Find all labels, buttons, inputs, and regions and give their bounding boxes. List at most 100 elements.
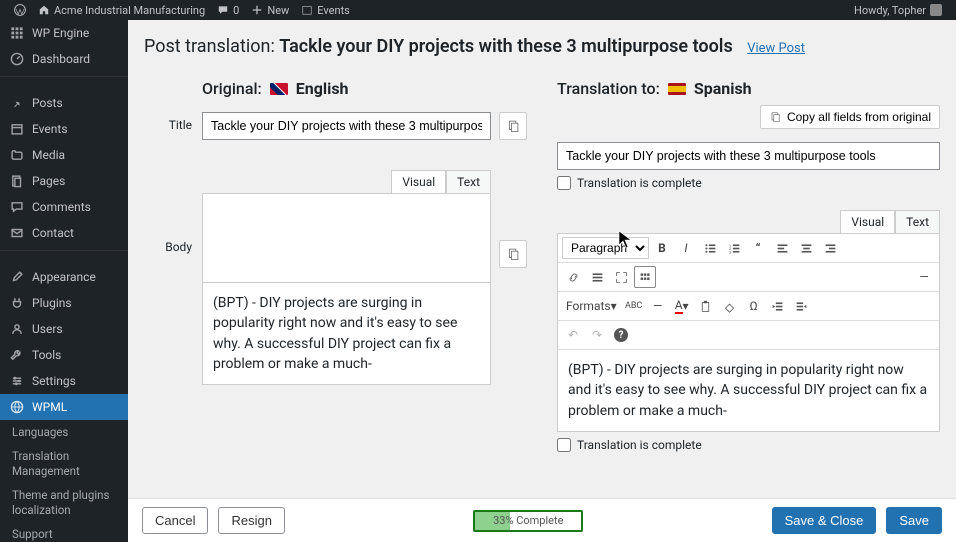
toolbar-toggle-button[interactable]	[634, 266, 656, 288]
redo-button[interactable]: ↷	[586, 324, 608, 346]
copy-body-button[interactable]	[499, 240, 527, 268]
translation-heading-prefix: Translation to:	[557, 79, 660, 98]
indent-button[interactable]	[791, 295, 813, 317]
new-label: New	[267, 4, 289, 17]
sidebar-item-label: Pages	[32, 174, 65, 188]
original-editor-tabs: VisualText	[202, 170, 491, 193]
original-tab-text[interactable]: Text	[446, 170, 491, 193]
events-shortcut[interactable]: Events	[295, 4, 356, 17]
copy-icon	[506, 247, 520, 261]
hr-button[interactable]: —	[913, 266, 935, 288]
site-name[interactable]: Acme Industrial Manufacturing	[32, 4, 211, 17]
sidebar-item-wpengine[interactable]: WP Engine	[0, 20, 128, 46]
translation-tab-text[interactable]: Text	[895, 210, 940, 233]
bold-button[interactable]: B	[651, 237, 673, 259]
comments-bubble[interactable]: 0	[211, 4, 245, 17]
editor-toolbar-row1: Paragraph B I 123 “	[558, 234, 939, 263]
sidebar-subitem[interactable]: Languages	[0, 420, 128, 444]
original-language: English	[296, 79, 349, 98]
help-button[interactable]: ?	[610, 324, 632, 346]
editor-toolbar-row3: Formats ▾ ABC — A ▾ Ω	[558, 292, 939, 321]
sidebar-item-label: Posts	[32, 96, 63, 110]
align-center-button[interactable]	[795, 237, 817, 259]
translation-editor: Paragraph B I 123 “	[557, 233, 940, 432]
sidebar-item-plugins[interactable]: Plugins	[0, 290, 128, 316]
block-format-select[interactable]: Paragraph	[562, 237, 649, 259]
howdy-text: Howdy, Topher	[854, 4, 926, 17]
blockquote-button[interactable]: “	[747, 237, 769, 259]
copy-title-button[interactable]	[499, 112, 527, 140]
translation-body-text[interactable]: (BPT) - DIY projects are surging in popu…	[558, 350, 939, 431]
special-char-button[interactable]: Ω	[743, 295, 765, 317]
numbered-list-button[interactable]: 123	[723, 237, 745, 259]
media-icon	[10, 148, 24, 162]
sidebar-item-label: Comments	[32, 200, 91, 214]
indent-icon	[795, 300, 808, 313]
sidebar-item-label: Dashboard	[32, 52, 90, 66]
title-complete-input[interactable]	[557, 176, 571, 190]
save-button[interactable]: Save	[886, 507, 942, 534]
align-justify-button[interactable]	[586, 266, 608, 288]
original-column: Original: English Title Body VisualTe	[144, 69, 527, 452]
translation-heading: Translation to: Spanish	[557, 79, 940, 98]
uk-flag-icon	[270, 83, 288, 95]
body-row-original: Body VisualText (BPT) - DIY projects are…	[144, 150, 527, 385]
align-left-button[interactable]	[771, 237, 793, 259]
title-complete-checkbox[interactable]: Translation is complete	[557, 176, 940, 190]
dashboard-icon	[10, 52, 24, 66]
sidebar-item-label: Media	[32, 148, 65, 162]
body-complete-input[interactable]	[557, 438, 571, 452]
resign-button[interactable]: Resign	[218, 507, 284, 534]
outdent-button[interactable]	[767, 295, 789, 317]
sidebar-item-appearance[interactable]: Appearance	[0, 264, 128, 290]
sidebar-item-events[interactable]: Events	[0, 116, 128, 142]
sidebar-item-contact[interactable]: Contact	[0, 220, 128, 246]
sidebar-item-users[interactable]: Users	[0, 316, 128, 342]
sidebar-item-posts[interactable]: Posts	[0, 90, 128, 116]
site-name-text: Acme Industrial Manufacturing	[54, 4, 205, 17]
align-right-button[interactable]	[819, 237, 841, 259]
view-post-link[interactable]: View Post	[747, 41, 805, 56]
original-tab-visual[interactable]: Visual	[391, 170, 446, 193]
sidebar-item-settings[interactable]: Settings	[0, 368, 128, 394]
translation-title-input[interactable]	[557, 142, 940, 170]
plug-icon	[10, 296, 24, 310]
cancel-button[interactable]: Cancel	[142, 507, 208, 534]
sidebar-item-media[interactable]: Media	[0, 142, 128, 168]
sidebar-item-dashboard[interactable]: Dashboard	[0, 46, 128, 72]
copy-all-label: Copy all fields from original	[787, 110, 931, 124]
bullet-list-button[interactable]	[699, 237, 721, 259]
eraser-icon	[723, 300, 736, 313]
body-complete-checkbox[interactable]: Translation is complete	[557, 438, 940, 452]
sidebar-subitem[interactable]: Translation Management	[0, 444, 128, 483]
plus-icon	[251, 4, 263, 16]
brush-icon	[10, 270, 24, 284]
text-color-button[interactable]: A ▾	[671, 295, 693, 317]
sidebar-subitem[interactable]: Theme and plugins localization	[0, 483, 128, 522]
paste-button[interactable]	[695, 295, 717, 317]
italic-button[interactable]: I	[675, 237, 697, 259]
copy-all-button[interactable]: Copy all fields from original	[760, 105, 940, 129]
sidebar-item-tools[interactable]: Tools	[0, 342, 128, 368]
list-ol-icon: 123	[728, 242, 741, 255]
undo-button[interactable]: ↶	[562, 324, 584, 346]
fullscreen-icon	[615, 271, 628, 284]
sidebar-item-wpml[interactable]: WPML	[0, 394, 128, 420]
translation-tab-visual[interactable]: Visual	[840, 210, 895, 233]
sidebar-item-comments[interactable]: Comments	[0, 194, 128, 220]
copy-icon	[769, 111, 781, 123]
sidebar-item-pages[interactable]: Pages	[0, 168, 128, 194]
clear-formatting-button[interactable]	[719, 295, 741, 317]
hr-button-2[interactable]: —	[647, 295, 669, 317]
formats-dropdown[interactable]: Formats ▾	[562, 295, 621, 317]
strikethrough-button[interactable]: ABC	[623, 295, 645, 317]
link-button[interactable]	[562, 266, 584, 288]
new-content[interactable]: New	[245, 4, 295, 17]
wp-logo[interactable]	[8, 4, 32, 16]
sidebar-subitem[interactable]: Support	[0, 522, 128, 542]
clipboard-icon	[699, 300, 712, 313]
original-body-text: (BPT) - DIY projects are surging in popu…	[202, 283, 491, 385]
save-close-button[interactable]: Save & Close	[772, 507, 877, 534]
fullscreen-button[interactable]	[610, 266, 632, 288]
howdy-account[interactable]: Howdy, Topher	[848, 4, 948, 17]
